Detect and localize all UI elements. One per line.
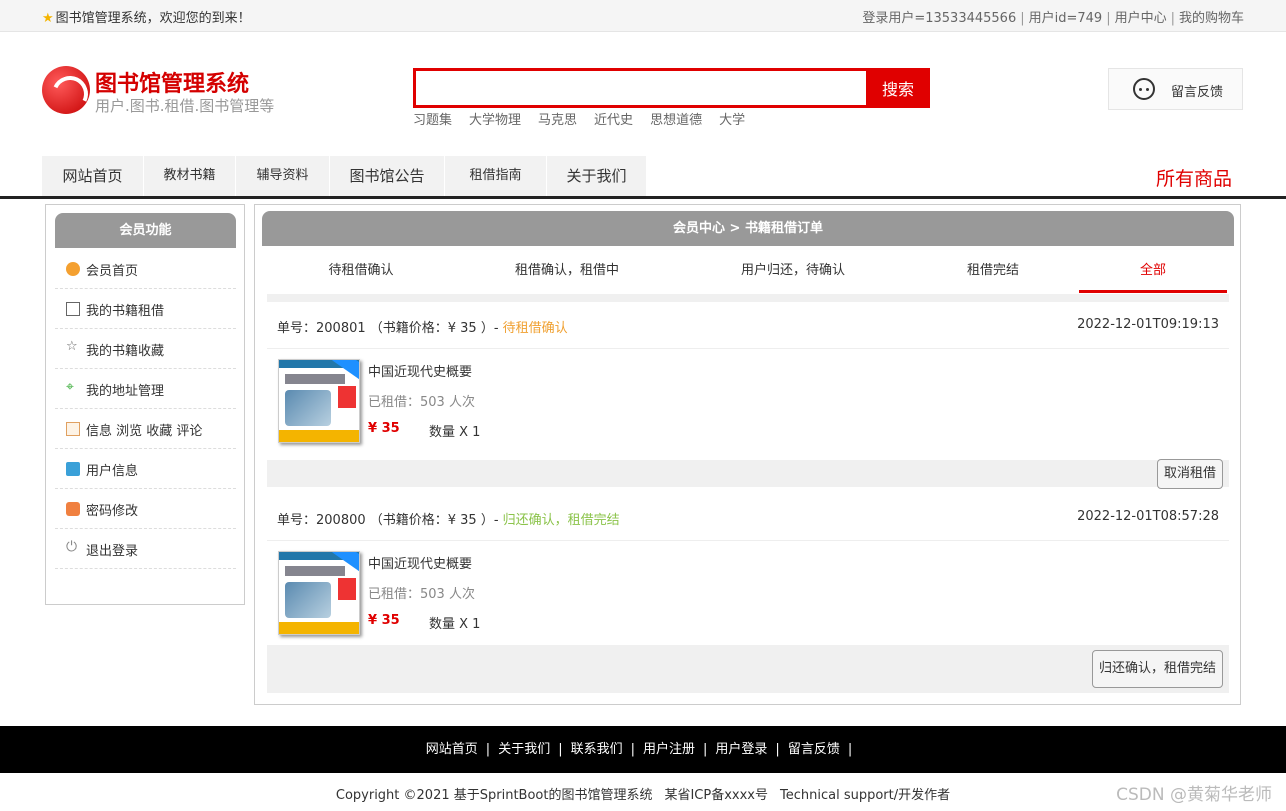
member-sidebar: 会员功能 会员首页 我的书籍租借 ☆ 我的书籍收藏 ⌖ 我的地址管理 信息 浏览…	[45, 204, 245, 605]
power-icon: ⏻	[66, 539, 78, 555]
home-icon	[66, 262, 80, 276]
search-input[interactable]	[416, 71, 866, 105]
order-action-bar: 归还确认，租借完结	[267, 645, 1229, 693]
location-icon: ⌖	[66, 379, 74, 395]
sidebar-title: 会员功能	[55, 213, 236, 248]
footer-link-login[interactable]: 用户登录	[715, 742, 767, 757]
sidebar-item-user-info[interactable]: 用户信息	[55, 449, 236, 489]
order-card: 单号：200800 （书籍价格：¥ 35 ）- 归还确认，租借完结 2022-1…	[267, 486, 1229, 693]
nav-rent-guide[interactable]: 租借指南	[445, 156, 547, 196]
customer-service-icon	[1133, 78, 1155, 100]
search-box: 搜索	[413, 68, 930, 108]
book-price: ¥ 35	[368, 613, 400, 628]
rent-count: 已租借：503 人次	[368, 587, 475, 602]
sidebar-item-address[interactable]: ⌖ 我的地址管理	[55, 369, 236, 409]
nav-announcements[interactable]: 图书馆公告	[330, 156, 445, 196]
book-cover-image[interactable]	[278, 359, 360, 443]
panel-title: 会员中心 > 书籍租借订单	[262, 211, 1234, 246]
return-confirm-button[interactable]: 归还确认，租借完结	[1091, 650, 1223, 688]
book-cover-image[interactable]	[278, 551, 360, 635]
member-center-link[interactable]: 用户中心	[1115, 11, 1167, 26]
lock-icon	[66, 502, 80, 516]
sidebar-item-password[interactable]: 密码修改	[55, 489, 236, 529]
book-name[interactable]: 中国近现代史概要	[368, 553, 472, 572]
order-tabs: 待租借确认 租借确认，租借中 用户归还，待确认 租借完结 全部	[267, 255, 1229, 293]
copyright: Copyright ©2021 基于SprintBoot的图书馆管理系统 某省IC…	[0, 784, 1286, 803]
footer-link-contact[interactable]: 联系我们	[571, 742, 623, 757]
hot-keyword[interactable]: 大学	[719, 113, 745, 128]
sidebar-item-member-home[interactable]: 会员首页	[55, 249, 236, 289]
cancel-rental-button[interactable]: 取消租借	[1156, 459, 1223, 489]
tab-all[interactable]: 全部	[1079, 255, 1227, 293]
site-title[interactable]: 图书馆管理系统	[95, 66, 249, 98]
order-status: 归还确认，租借完结	[502, 513, 620, 528]
nav-tutoring[interactable]: 辅导资料	[236, 156, 330, 196]
logo-icon[interactable]	[42, 66, 90, 114]
nav-textbooks[interactable]: 教材书籍	[144, 156, 236, 196]
grid-icon	[66, 302, 80, 316]
order-time: 2022-12-01T08:57:28	[1077, 509, 1219, 524]
top-bar: ★ 图书馆管理系统，欢迎您的到来！ 登录用户=13533445566 | 用户id=7…	[0, 0, 1286, 32]
nav-divider	[0, 196, 1286, 199]
hot-keyword[interactable]: 马克思	[538, 113, 577, 128]
order-status: 待租借确认	[502, 321, 568, 336]
clipboard-icon	[66, 462, 80, 476]
hot-keyword[interactable]: 习题集	[413, 113, 452, 128]
cart-link[interactable]: 我的购物车	[1179, 11, 1244, 26]
footer-link-feedback[interactable]: 留言反馈	[788, 742, 840, 757]
tab-returned-pending[interactable]: 用户归还，待确认	[679, 255, 907, 293]
feedback-label: 留言反馈	[1171, 85, 1224, 100]
book-price: ¥ 35	[368, 421, 400, 436]
feedback-button[interactable]: 留言反馈	[1108, 68, 1243, 110]
hot-keyword[interactable]: 思想道德	[650, 113, 702, 128]
hot-keywords: 习题集 大学物理 马克思 近代史 思想道德 大学	[413, 109, 762, 128]
user-id-text: 用户id=749	[1028, 11, 1103, 26]
star-icon: ★	[42, 11, 54, 26]
top-user-links: 登录用户=13533445566 | 用户id=749 | 用户中心 | 我的购物车	[862, 11, 1244, 26]
footer-links: 网站首页 | 关于我们 | 联系我们 | 用户注册 | 用户登录 | 留言反馈 |	[0, 726, 1286, 773]
all-products-link[interactable]: 所有商品	[1156, 164, 1232, 191]
icp-text: 某省ICP备xxxx号	[664, 788, 768, 803]
site-subtitle: 用户.图书.租借.图书管理等	[95, 97, 275, 115]
order-card: 单号：200801 （书籍价格：¥ 35 ）- 待租借确认 2022-12-01…	[267, 294, 1229, 489]
watermark: CSDN @黄菊华老师	[1116, 785, 1272, 805]
search-button[interactable]: 搜索	[866, 68, 930, 108]
sidebar-item-logout[interactable]: ⏻ 退出登录	[55, 529, 236, 569]
nav-about[interactable]: 关于我们	[547, 156, 647, 196]
book-quantity: 数量 X 1	[429, 617, 481, 632]
main-nav: 网站首页 教材书籍 辅导资料 图书馆公告 租借指南 关于我们	[42, 156, 647, 196]
order-panel: 会员中心 > 书籍租借订单 待租借确认 租借确认，租借中 用户归还，待确认 租借…	[254, 204, 1241, 705]
rent-count: 已租借：503 人次	[368, 395, 475, 410]
document-icon	[66, 422, 80, 436]
order-meta: 单号：200800 （书籍价格：¥ 35 ）- 归还确认，租借完结	[277, 513, 620, 528]
footer-link-home[interactable]: 网站首页	[426, 742, 478, 757]
copyright-text: Copyright ©2021 基于SprintBoot的图书馆管理系统	[335, 788, 653, 803]
hot-keyword[interactable]: 近代史	[594, 113, 633, 128]
star-outline-icon: ☆	[66, 339, 78, 354]
nav-home[interactable]: 网站首页	[42, 156, 144, 196]
book-quantity: 数量 X 1	[429, 425, 481, 440]
tab-completed[interactable]: 租借完结	[907, 255, 1079, 293]
footer-link-register[interactable]: 用户注册	[643, 742, 695, 757]
book-name[interactable]: 中国近现代史概要	[368, 361, 472, 380]
order-action-bar: 取消租借	[267, 459, 1229, 489]
support-text: Technical support/开发作者	[780, 788, 951, 803]
sidebar-item-my-favorites[interactable]: ☆ 我的书籍收藏	[55, 329, 236, 369]
welcome-text: ★ 图书馆管理系统，欢迎您的到来！	[42, 11, 251, 26]
footer-link-about[interactable]: 关于我们	[498, 742, 550, 757]
order-time: 2022-12-01T09:19:13	[1077, 317, 1219, 332]
sidebar-item-my-rentals[interactable]: 我的书籍租借	[55, 289, 236, 329]
order-meta: 单号：200801 （书籍价格：¥ 35 ）- 待租借确认	[277, 321, 568, 336]
tab-renting[interactable]: 租借确认，租借中	[455, 255, 679, 293]
tab-pending-confirm[interactable]: 待租借确认	[267, 255, 455, 293]
hot-keyword[interactable]: 大学物理	[469, 113, 521, 128]
login-user-text: 登录用户=13533445566	[862, 11, 1017, 26]
sidebar-item-activity[interactable]: 信息 浏览 收藏 评论	[55, 409, 236, 449]
